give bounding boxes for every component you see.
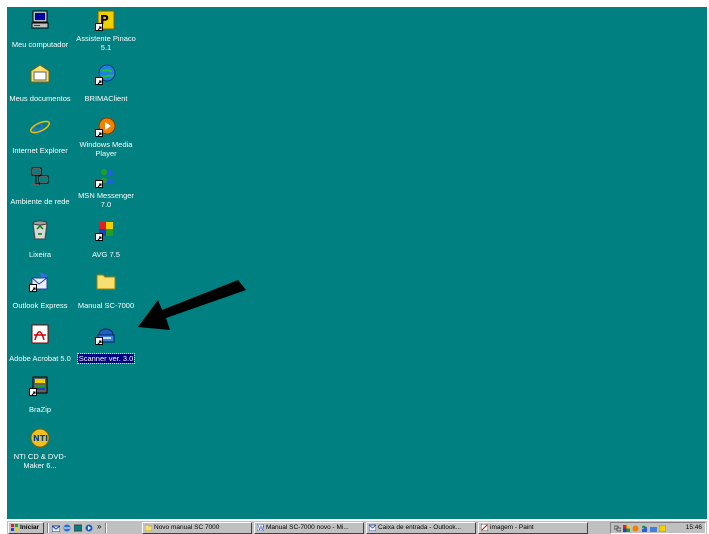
taskbar-button-novo-manual[interactable]: Novo manual SC 7000 [142,522,252,534]
clock[interactable]: 15:46 [686,523,702,533]
brazip-icon [29,374,51,396]
quicklaunch-desktop-icon[interactable] [74,524,82,532]
taskbar-button-label: Novo manual SC 7000 [154,524,220,531]
quicklaunch-media-icon[interactable] [85,524,93,532]
msn-messenger-icon [95,166,117,188]
pointer-arrow-icon [138,280,246,330]
nti-cd-dvd-maker-icon: NTI [29,427,51,449]
shortcut-arrow-icon [29,284,37,292]
shortcut-arrow-icon [95,337,103,345]
icon-label: Outlook Express [12,301,68,310]
icon-label: Meus documentos [9,94,71,103]
quicklaunch-more-button[interactable]: » [97,521,105,531]
taskbar-separator [105,523,107,533]
start-button[interactable]: Iniciar [8,522,44,534]
windows-logo-icon [11,523,18,531]
desktop-icon-manual-sc7000-folder[interactable]: Manual SC-7000 [73,270,139,313]
internet-explorer-icon: e [29,115,51,137]
taskbar: Iniciar » Novo manual SC 7000 W Manual SC… [7,520,707,534]
paint-icon [480,523,489,532]
tray-pinaco-icon[interactable] [659,525,666,532]
icon-label: Assistente Pinaco 5.1 [76,34,136,52]
svg-text:W: W [258,525,264,531]
my-computer-icon [29,9,51,31]
quicklaunch-ie-icon[interactable] [63,524,71,532]
shortcut-arrow-icon [95,233,103,241]
desktop-icon-recycle-bin[interactable]: Lixeira [7,219,73,262]
shortcut-arrow-icon [95,180,103,188]
desktop-icon-brimaclient[interactable]: BRIMAClient [73,63,139,106]
taskbar-button-outlook[interactable]: Caixa de entrada - Outlook... [366,522,476,534]
shortcut-arrow-icon [95,23,103,31]
icon-label: AVG 7.5 [92,250,120,259]
system-tray: 15:46 [610,522,706,534]
icon-label: Lixeira [28,250,52,259]
desktop[interactable]: Meu computador Meus documentos e Interne… [7,7,707,519]
desktop-icon-outlook-express[interactable]: Outlook Express [7,270,73,313]
desktop-icon-my-documents[interactable]: Meus documentos [7,63,73,106]
start-label: Iniciar [20,524,40,531]
folder-icon [95,270,117,292]
desktop-icon-msn-messenger[interactable]: MSN Messenger 7.0 [73,166,139,212]
shortcut-arrow-icon [29,388,37,396]
desktop-icon-assistente-pinaco[interactable]: P Assistente Pinaco 5.1 [73,9,139,55]
network-places-icon [29,166,51,188]
desktop-icon-internet-explorer[interactable]: e Internet Explorer [7,115,73,158]
tray-msn-icon[interactable] [641,525,648,532]
desktop-icon-scanner[interactable]: Scanner ver. 3.0 [73,323,139,366]
my-documents-icon [29,63,51,85]
desktop-icon-network-places[interactable]: Ambiente de rede [7,166,73,209]
tray-scanner-icon[interactable] [650,525,657,532]
outlook-express-icon [29,270,51,292]
desktop-icon-my-computer[interactable]: Meu computador [7,9,73,52]
windows-media-player-icon [95,115,117,137]
desktop-icon-nti-cd-dvd-maker[interactable]: NTI NTI CD & DVD-Maker 6... [7,427,73,473]
taskbar-button-label: Manual SC-7000 novo - Mi... [266,524,349,531]
desktop-icon-adobe-acrobat[interactable]: Adobe Acrobat 5.0 [7,323,73,366]
icon-label: Internet Explorer [12,146,68,155]
tray-avg-icon[interactable] [623,525,630,532]
icon-label: Adobe Acrobat 5.0 [9,354,71,363]
recycle-bin-icon [29,219,51,241]
icon-label: NTI CD & DVD-Maker 6... [13,452,67,470]
icon-label: Scanner ver. 3.0 [76,353,136,364]
outlook-express-icon [368,524,377,532]
brimaclient-icon [95,63,117,85]
tray-network-icon[interactable] [614,525,621,532]
shortcut-arrow-icon [95,77,103,85]
quicklaunch-outlook-icon[interactable] [52,524,60,532]
icon-label: Windows Media Player [79,140,133,158]
icon-label: Meu computador [11,40,69,49]
assistant-pinaco-icon: P [95,9,117,31]
icon-label: MSN Messenger 7.0 [78,191,134,209]
folder-icon [144,524,153,532]
avg-icon [95,219,117,241]
desktop-icon-brazip[interactable]: BraZip [7,374,73,417]
icon-label: Manual SC-7000 [77,301,135,310]
taskbar-separator [47,523,49,533]
taskbar-button-manual-word[interactable]: W Manual SC-7000 novo - Mi... [254,522,364,534]
taskbar-button-label: Caixa de entrada - Outlook... [378,524,462,531]
shortcut-arrow-icon [95,129,103,137]
tray-media-icon[interactable] [632,525,639,532]
scanner-icon [95,323,117,345]
word-document-icon: W [256,523,265,532]
icon-label: BRIMAClient [84,94,128,103]
taskbar-button-label: imagem - Paint [490,524,534,531]
icon-label: Ambiente de rede [10,197,70,206]
taskbar-button-paint[interactable]: imagem - Paint [478,522,588,534]
desktop-icon-avg[interactable]: AVG 7.5 [73,219,139,262]
desktop-icon-windows-media-player[interactable]: Windows Media Player [73,115,139,161]
adobe-acrobat-icon [29,323,51,345]
svg-text:NTI: NTI [33,434,48,443]
icon-label: BraZip [28,405,52,414]
